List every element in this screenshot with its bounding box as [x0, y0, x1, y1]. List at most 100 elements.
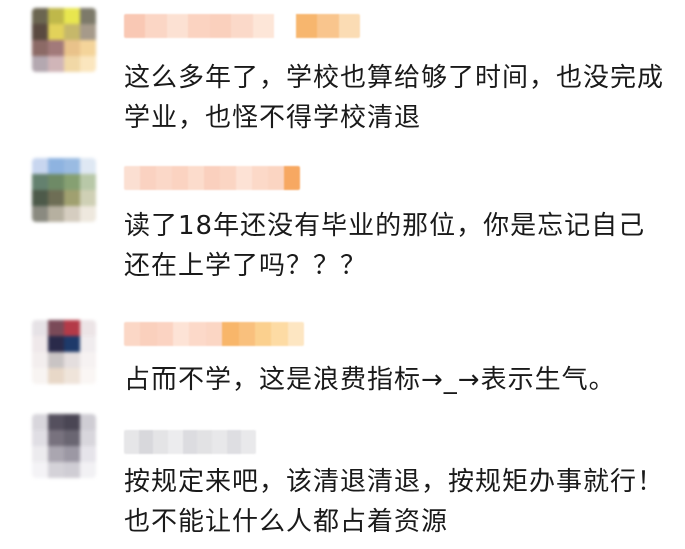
- username-pixel: [226, 430, 242, 454]
- username-pixel: [268, 166, 284, 190]
- avatar[interactable]: [32, 158, 96, 222]
- avatar-pixel: [80, 8, 96, 24]
- username-blurred[interactable]: [124, 14, 360, 38]
- avatar-pixel: [32, 414, 48, 430]
- avatar-pixel: [32, 190, 48, 206]
- avatar-pixel: [80, 352, 96, 368]
- avatar-pixel: [48, 56, 64, 72]
- avatar-pixel: [80, 414, 96, 430]
- avatar-pixel: [48, 352, 64, 368]
- username-pixel: [156, 322, 174, 346]
- username-pixel: [173, 322, 190, 346]
- username-pixel: [189, 322, 206, 346]
- username-pixel: [254, 322, 272, 346]
- avatar-pixel: [80, 462, 96, 478]
- avatar-pixel: [80, 190, 96, 206]
- username-pixel: [153, 430, 169, 454]
- username-pixel: [338, 14, 360, 38]
- comment-text: 按规定来吧，该清退清退，按规矩办事就行！也不能让什么人都占着资源: [124, 467, 665, 537]
- username-pixel: [222, 322, 239, 346]
- username-pixel: [166, 14, 189, 38]
- avatar-pixel: [64, 56, 80, 72]
- avatar-pixel: [48, 24, 64, 40]
- avatar-pixel: [64, 414, 80, 430]
- username-pixel: [231, 14, 253, 38]
- avatar-pixel: [80, 174, 96, 190]
- avatar-pixel: [32, 430, 48, 446]
- avatar[interactable]: [32, 414, 96, 478]
- avatar-pixel: [48, 368, 64, 384]
- avatar-pixel: [32, 158, 48, 174]
- username-pixel: [140, 166, 156, 190]
- avatar-pixel: [80, 368, 96, 384]
- username-pixel: [236, 166, 252, 190]
- username-blurred[interactable]: [124, 322, 304, 346]
- username-pixel: [205, 322, 223, 346]
- avatar-pixel: [48, 462, 64, 478]
- username-pixel: [287, 322, 304, 346]
- avatar-pixel: [64, 320, 80, 336]
- username-pixel: [317, 14, 339, 38]
- avatar-pixel: [64, 352, 80, 368]
- avatar-pixel: [80, 446, 96, 462]
- avatar-pixel: [32, 8, 48, 24]
- username-pixel: [274, 14, 296, 38]
- username-pixel: [188, 14, 210, 38]
- avatar-pixel: [80, 336, 96, 352]
- avatar-pixel: [48, 336, 64, 352]
- avatar-pixel: [32, 368, 48, 384]
- avatar-pixel: [32, 352, 48, 368]
- avatar-pixel: [32, 462, 48, 478]
- avatar-pixel: [48, 190, 64, 206]
- avatar-pixel: [64, 174, 80, 190]
- avatar-pixel: [48, 446, 64, 462]
- avatar-pixel: [64, 336, 80, 352]
- avatar-pixel: [32, 56, 48, 72]
- username-pixel: [168, 430, 183, 454]
- username-pixel: [241, 430, 256, 454]
- avatar-pixel: [80, 24, 96, 40]
- avatar-pixel: [80, 320, 96, 336]
- avatar-pixel: [48, 206, 64, 222]
- avatar-pixel: [48, 320, 64, 336]
- avatar-pixel: [80, 158, 96, 174]
- username-pixel: [172, 166, 188, 190]
- avatar-pixel: [32, 24, 48, 40]
- username-pixel: [138, 430, 154, 454]
- avatar[interactable]: [32, 320, 96, 384]
- avatar-pixel: [64, 368, 80, 384]
- comment-text: 占而不学，这是浪费指标→_→表示生气。: [124, 365, 616, 395]
- avatar[interactable]: [32, 8, 96, 72]
- comment-text: 这么多年了，学校也算给够了时间，也没完成学业，也怪不得学校清退: [124, 63, 665, 133]
- avatar-pixel: [64, 446, 80, 462]
- username-pixel: [212, 430, 227, 454]
- avatar-pixel: [64, 40, 80, 56]
- username-pixel: [209, 14, 232, 38]
- avatar-pixel: [48, 40, 64, 56]
- username-blurred[interactable]: [124, 166, 300, 190]
- avatar-pixel: [80, 430, 96, 446]
- avatar-pixel: [32, 206, 48, 222]
- avatar-pixel: [64, 206, 80, 222]
- username-pixel: [124, 430, 139, 454]
- username-pixel: [295, 14, 318, 38]
- username-blurred[interactable]: [124, 430, 256, 454]
- avatar-pixel: [32, 320, 48, 336]
- avatar-pixel: [80, 56, 96, 72]
- username-pixel: [238, 322, 255, 346]
- username-pixel: [197, 430, 213, 454]
- username-pixel: [124, 14, 146, 38]
- avatar-pixel: [48, 158, 64, 174]
- avatar-pixel: [64, 190, 80, 206]
- username-pixel: [284, 166, 300, 190]
- username-pixel: [204, 166, 220, 190]
- avatar-pixel: [48, 414, 64, 430]
- avatar-pixel: [64, 8, 80, 24]
- username-pixel: [124, 322, 141, 346]
- username-pixel: [188, 166, 204, 190]
- avatar-pixel: [64, 24, 80, 40]
- avatar-pixel: [32, 40, 48, 56]
- username-pixel: [182, 430, 198, 454]
- avatar-pixel: [48, 174, 64, 190]
- avatar-pixel: [32, 174, 48, 190]
